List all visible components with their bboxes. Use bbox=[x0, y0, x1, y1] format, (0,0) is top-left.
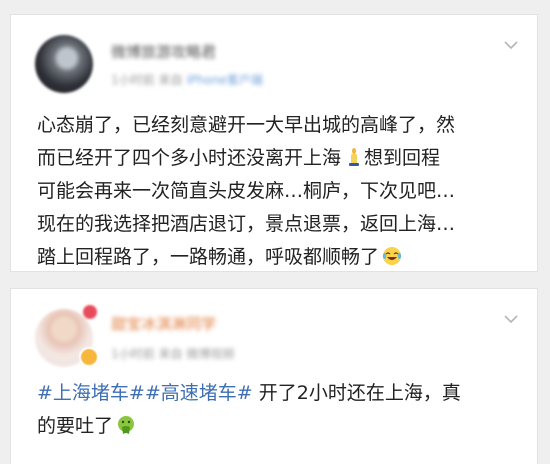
post-time: 1小时前 bbox=[111, 347, 155, 361]
text-line: 而已经开了四个多小时还没离开上海 想到回程 bbox=[37, 147, 441, 169]
username[interactable]: 甜宝冰淇淋同学 bbox=[111, 313, 216, 334]
source-prefix: 来自 bbox=[158, 347, 183, 361]
text-line: 可能会再来一次简直头皮发麻…桐庐，下次见吧… bbox=[37, 180, 456, 202]
post-time: 1小时前 bbox=[111, 73, 155, 87]
text-line: 心态崩了，已经刻意避开一大早出城的高峰了，然 bbox=[37, 114, 456, 136]
chevron-down-icon[interactable] bbox=[503, 311, 519, 327]
verified-badge-icon bbox=[79, 347, 99, 367]
text-line: #上海堵车##高速堵车# 开了2小时还在上海，真 bbox=[37, 382, 461, 404]
hashtag-link[interactable]: #上海堵车# bbox=[37, 382, 145, 404]
text-line: 现在的我选择把酒店退订，景点退票，返回上海… bbox=[37, 213, 456, 235]
username[interactable]: 微博旅游攻略君 bbox=[111, 41, 216, 62]
post-source[interactable]: iPhone客户端 bbox=[186, 73, 263, 87]
text-line: 踏上回程路了，一路畅通，呼吸都顺畅了 bbox=[37, 241, 527, 274]
post-source[interactable]: 微博视频 bbox=[186, 347, 234, 361]
avatar[interactable] bbox=[35, 35, 93, 93]
post-card[interactable]: 甜宝冰淇淋同学 1小时前 来自 微博视频 #上海堵车##高速堵车# 开了2小时还… bbox=[10, 288, 538, 464]
candle-emoji-icon bbox=[349, 148, 360, 166]
text-line: 的要吐了 bbox=[37, 410, 527, 443]
post-text: 心态崩了，已经刻意避开一大早出城的高峰了，然 而已经开了四个多小时还没离开上海想… bbox=[37, 109, 527, 274]
chevron-down-icon[interactable] bbox=[503, 37, 519, 53]
post-meta: 1小时前 来自 微博视频 bbox=[111, 345, 234, 362]
post-meta: 1小时前 来自 iPhone客户端 bbox=[111, 71, 263, 88]
source-prefix: 来自 bbox=[158, 73, 183, 87]
vomit-emoji-icon bbox=[118, 416, 135, 434]
laugh-cry-emoji-icon bbox=[382, 247, 402, 265]
hashtag-link[interactable]: #高速堵车# bbox=[145, 382, 253, 404]
post-text: #上海堵车##高速堵车# 开了2小时还在上海，真 的要吐了 bbox=[37, 377, 527, 443]
red-badge-icon bbox=[83, 305, 97, 319]
post-card[interactable]: 微博旅游攻略君 1小时前 来自 iPhone客户端 心态崩了，已经刻意避开一大早… bbox=[10, 14, 538, 272]
